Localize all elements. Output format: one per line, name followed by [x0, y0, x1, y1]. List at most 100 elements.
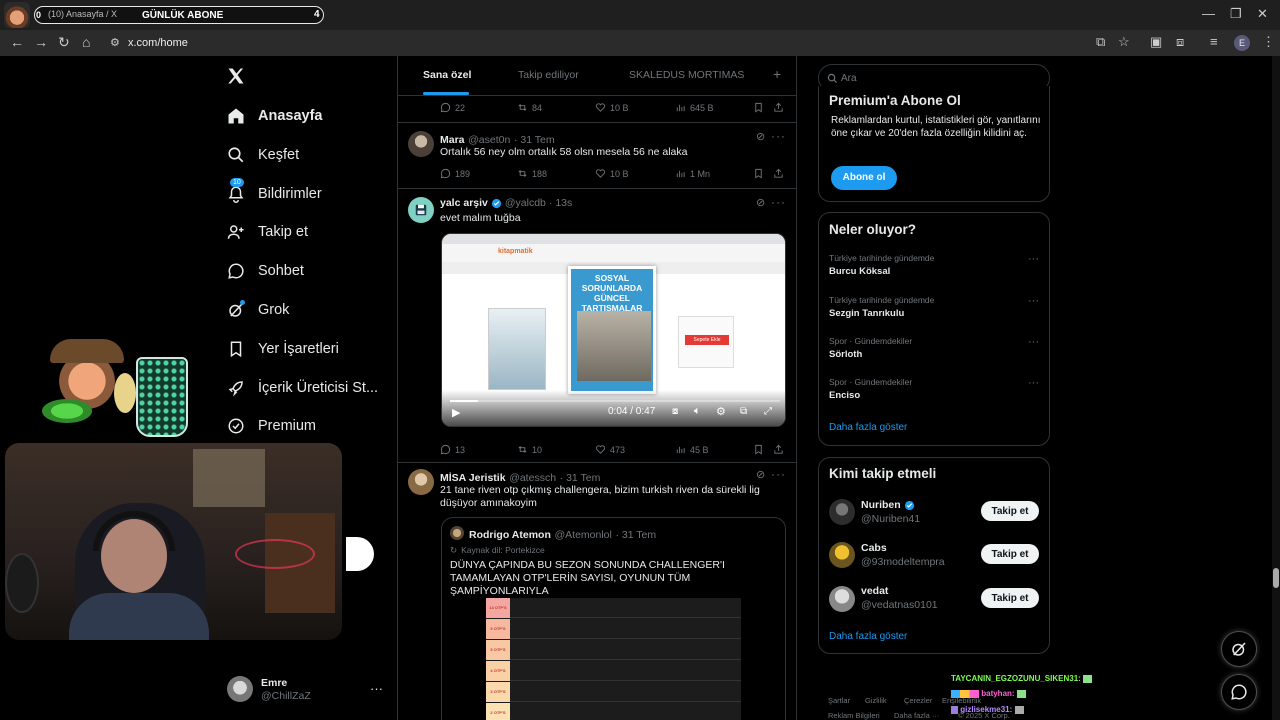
views-button[interactable]: 1 Mn — [675, 168, 710, 179]
tab-for-you[interactable]: Sana özel — [423, 69, 471, 81]
post[interactable]: yalc arşiv @yalcdb · 13s ⊘ ··· evet malı… — [398, 189, 796, 463]
account-more-icon[interactable]: ··· — [370, 681, 383, 696]
reading-list-icon[interactable]: ≡ — [1210, 34, 1218, 49]
bookmark-post-button[interactable] — [753, 102, 768, 113]
bookmark-star-icon[interactable]: ☆ — [1118, 34, 1130, 50]
bookmark-post-button[interactable] — [753, 168, 768, 179]
views-button[interactable]: 45 B — [675, 444, 709, 455]
views-button[interactable]: 645 B — [675, 102, 714, 113]
post-more-icon[interactable]: ··· — [771, 195, 786, 209]
tab-list[interactable]: SKALEDUS MORTIMAS — [629, 69, 744, 81]
like-button[interactable]: 10 B — [595, 102, 629, 113]
page-scrollbar[interactable] — [1272, 56, 1280, 720]
reload-icon[interactable]: ↻ — [58, 34, 70, 51]
browser-menu-icon[interactable]: ⋮ — [1262, 34, 1275, 50]
sidebar-item-grok[interactable]: Grok — [226, 295, 289, 325]
fullscreen-icon[interactable]: ⤢ — [764, 406, 772, 417]
subscribe-button[interactable]: Abone ol — [831, 166, 897, 190]
forward-icon[interactable]: → — [34, 34, 48, 50]
sidebar-item-premium[interactable]: Premium — [226, 411, 316, 441]
reply-button[interactable]: 22 — [440, 102, 465, 113]
footer-more[interactable]: Daha fazla ··· — [894, 711, 939, 720]
author-name[interactable]: yalc arşiv — [440, 197, 488, 209]
suggest-avatar[interactable] — [829, 586, 855, 612]
install-app-icon[interactable]: ⧉ — [1096, 34, 1105, 50]
post[interactable]: MİSA Jeristik @atessch · 31 Tem ⊘ ··· 21… — [398, 463, 796, 720]
like-button[interactable]: 10 B — [595, 168, 629, 179]
tab-following[interactable]: Takip ediliyor — [518, 69, 579, 81]
suggest-name[interactable]: vedat — [861, 585, 888, 597]
trend-more-icon[interactable]: ··· — [1028, 253, 1039, 265]
trends-show-more[interactable]: Daha fazla göster — [829, 422, 907, 433]
video-progress-track[interactable] — [450, 400, 780, 402]
post-time[interactable]: · 31 Tem — [560, 472, 601, 484]
suggest-avatar[interactable] — [829, 499, 855, 525]
post[interactable]: Mara @aset0n · 31 Tem ⊘ ··· Ortalık 56 n… — [398, 123, 796, 189]
sidebar-item-bookmarks[interactable]: Yer İşaretleri — [226, 334, 339, 364]
trend-more-icon[interactable]: ··· — [1028, 336, 1039, 348]
suggest-name[interactable]: Nuriben — [861, 499, 901, 511]
post-time[interactable]: · 31 Tem — [514, 134, 555, 146]
repost-button[interactable]: 10 — [517, 444, 542, 455]
bookmark-post-button[interactable] — [753, 444, 768, 455]
repost-button[interactable]: 188 — [517, 168, 547, 179]
footer-cookies[interactable]: Çerezler — [904, 696, 932, 705]
footer-terms[interactable]: Şartlar — [828, 696, 850, 705]
sidebar-item-creator-studio[interactable]: İçerik Üreticisi St... — [226, 373, 378, 403]
sidebar-item-notifications[interactable]: 10 Bildirimler — [226, 178, 322, 209]
back-icon[interactable]: ← — [10, 34, 24, 50]
address-bar[interactable]: x.com/home — [128, 37, 188, 49]
post-more-icon[interactable]: ··· — [771, 129, 786, 143]
grok-post-icon[interactable]: ⊘ — [756, 468, 765, 481]
sidebar-item-explore[interactable]: Keşfet — [226, 140, 299, 170]
profile-avatar[interactable]: E — [1234, 35, 1250, 51]
messages-fab[interactable] — [1221, 674, 1257, 710]
grok-post-icon[interactable]: ⊘ — [756, 196, 765, 209]
account-avatar[interactable] — [227, 676, 253, 702]
add-tab-icon[interactable]: + — [773, 66, 781, 82]
settings-icon[interactable]: ⚙ — [716, 405, 726, 418]
like-button[interactable]: 473 — [595, 444, 625, 455]
extension-icon[interactable]: ▣ — [1150, 34, 1162, 50]
close-icon[interactable]: ✕ — [1257, 6, 1268, 22]
author-name[interactable]: Mara — [440, 134, 465, 146]
share-button[interactable] — [773, 444, 788, 455]
avatar[interactable] — [408, 469, 434, 495]
trend-more-icon[interactable]: ··· — [1028, 295, 1039, 307]
site-settings-icon[interactable]: ⚙ — [110, 36, 120, 49]
post-time[interactable]: · 13s — [549, 197, 572, 209]
pip-icon[interactable]: ⧉ — [740, 406, 747, 417]
puzzle-icon[interactable]: ⧈ — [1176, 34, 1184, 50]
follow-button[interactable]: Takip et — [981, 501, 1039, 521]
grok-fab[interactable] — [1221, 631, 1257, 667]
follow-show-more[interactable]: Daha fazla göster — [829, 631, 907, 642]
avatar[interactable] — [408, 197, 434, 223]
footer-privacy[interactable]: Gizlilik — [865, 696, 887, 705]
quoted-post[interactable]: Rodrigo Atemon @Atemonlol · 31 Tem ↻ Kayn… — [441, 517, 786, 720]
author-handle[interactable]: @aset0n — [468, 134, 510, 146]
x-logo-icon[interactable] — [226, 66, 246, 86]
sidebar-item-chat[interactable]: Sohbet — [226, 256, 304, 286]
home-browser-icon[interactable]: ⌂ — [82, 34, 90, 50]
suggest-name[interactable]: Cabs — [861, 542, 887, 554]
post-more-icon[interactable]: ··· — [771, 467, 786, 481]
follow-button[interactable]: Takip et — [981, 544, 1039, 564]
volume-icon[interactable]: 🔈︎ — [694, 405, 701, 418]
follow-button[interactable]: Takip et — [981, 588, 1039, 608]
captions-icon[interactable]: ⧇ — [672, 406, 678, 417]
maximize-icon[interactable]: ❐ — [1230, 6, 1242, 22]
video-player[interactable]: kitapmatik SOSYAL SORUNLARDA GÜNCEL TART… — [441, 233, 786, 427]
share-button[interactable] — [773, 168, 788, 179]
sidebar-item-home[interactable]: Anasayfa — [226, 101, 322, 131]
sidebar-item-follow[interactable]: Takip et — [226, 217, 308, 247]
grok-post-icon[interactable]: ⊘ — [756, 130, 765, 143]
post-button[interactable] — [346, 537, 374, 571]
repost-button[interactable]: 84 — [517, 102, 542, 113]
play-icon[interactable]: ▶ — [452, 406, 460, 419]
suggest-avatar[interactable] — [829, 542, 855, 568]
footer-ads-info[interactable]: Reklam Bilgileri — [828, 711, 880, 720]
avatar[interactable] — [408, 131, 434, 157]
reply-button[interactable]: 13 — [440, 444, 465, 455]
minimize-icon[interactable]: — — [1202, 6, 1215, 21]
scrollbar-thumb[interactable] — [1273, 568, 1279, 588]
